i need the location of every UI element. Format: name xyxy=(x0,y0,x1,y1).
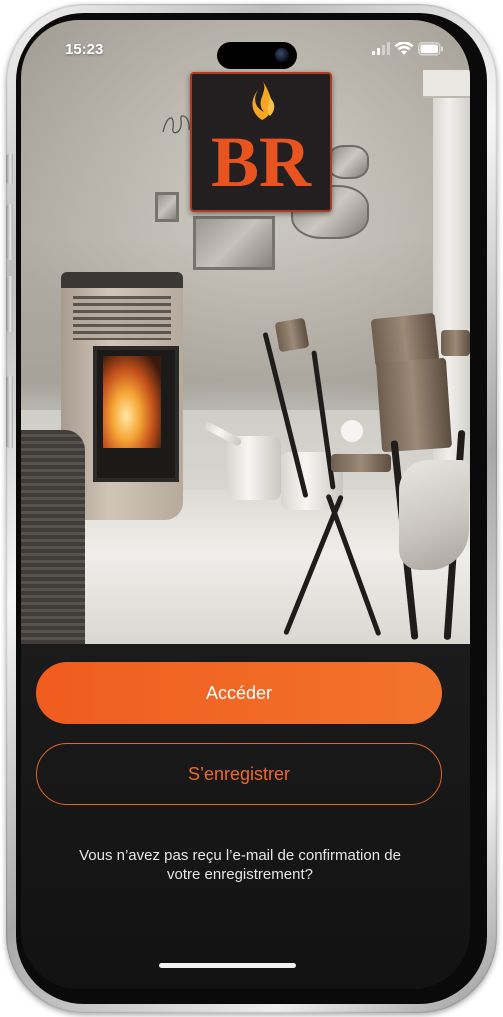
app-screen: BR 15:23 xyxy=(21,20,470,989)
logo-letters: BR xyxy=(211,122,312,202)
draped-cloth xyxy=(399,460,469,570)
home-indicator[interactable] xyxy=(159,963,296,968)
status-time: 15:23 xyxy=(65,41,104,58)
br-logo: BR xyxy=(190,72,332,212)
wicker-basket xyxy=(21,430,85,644)
side-button xyxy=(6,376,13,448)
volume-down-button xyxy=(6,276,13,332)
framed-mirror xyxy=(193,216,275,270)
fire xyxy=(103,356,161,448)
mirror-decor xyxy=(327,145,369,179)
register-button[interactable]: S’enregistrer xyxy=(36,743,442,805)
battery-icon xyxy=(418,42,443,56)
cellular-signal-icon xyxy=(372,42,390,55)
column-capital xyxy=(423,70,470,98)
br-logo-mark: BR xyxy=(211,80,312,202)
resend-confirmation-link[interactable]: Vous n’avez pas reçu l’e-mail de confirm… xyxy=(70,846,410,884)
wifi-icon xyxy=(394,42,414,55)
mute-switch xyxy=(6,154,13,184)
status-icons xyxy=(372,42,443,58)
chair-back xyxy=(274,317,310,353)
chair-seat xyxy=(331,454,391,472)
watering-spout xyxy=(203,421,243,447)
front-camera xyxy=(275,48,289,62)
watering-can xyxy=(227,436,281,500)
chair-back xyxy=(375,357,453,453)
stove-vent xyxy=(73,296,171,340)
globe-lamp xyxy=(341,420,363,442)
access-button[interactable]: Accéder xyxy=(36,662,442,724)
small-frame xyxy=(155,192,179,222)
volume-up-button xyxy=(6,204,13,260)
dynamic-island xyxy=(217,42,297,69)
table-edge xyxy=(441,330,470,356)
